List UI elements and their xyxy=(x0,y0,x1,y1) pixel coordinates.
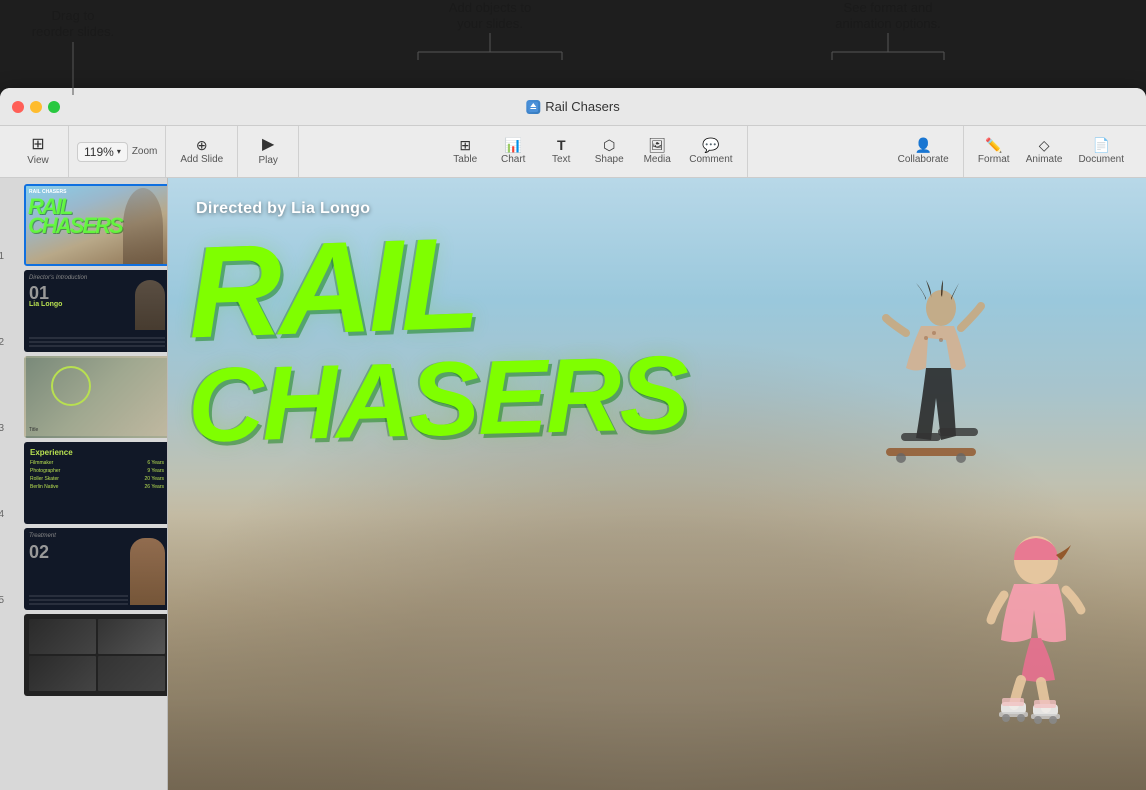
collaborate-label: Collaborate xyxy=(898,154,949,165)
chart-icon: 📊 xyxy=(505,138,522,152)
skater-bg-person xyxy=(866,278,996,478)
zoom-group: 119% ▾ Zoom xyxy=(69,126,166,177)
play-group: ▶ Play xyxy=(238,126,299,177)
svg-text:animation options.: animation options. xyxy=(835,16,941,31)
titlebar: Rail Chasers xyxy=(0,88,1146,126)
shape-label: Shape xyxy=(595,154,624,165)
svg-text:your slides.: your slides. xyxy=(457,16,523,31)
table-icon: ⊞ xyxy=(459,138,471,152)
svg-text:Add objects to: Add objects to xyxy=(449,0,531,15)
main-canvas[interactable]: RAIL CHASERS Directed by Lia Longo xyxy=(168,178,1146,790)
media-button[interactable]: 🖼 Media xyxy=(635,134,679,169)
slide-num-3: 3 xyxy=(0,423,4,434)
zoom-label: Zoom xyxy=(132,146,158,157)
animate-icon: ◇ xyxy=(1039,138,1050,152)
slide-num-5: 5 xyxy=(0,595,4,606)
slide-num-4: 4 xyxy=(0,509,4,520)
play-label: Play xyxy=(258,155,277,166)
shape-button[interactable]: ⬡ Shape xyxy=(587,134,631,169)
content-area: 1 RAIL CHASERS RAILCHASERS 2 Director's … xyxy=(0,178,1146,790)
slide-thumb-1[interactable]: 1 RAIL CHASERS RAILCHASERS xyxy=(6,184,161,266)
insert-group: ⊞ Table 📊 Chart T Text ⬡ Shape 🖼 Media 💬 xyxy=(435,126,747,177)
right-tools-group: ✏️ Format ◇ Animate 📄 Document xyxy=(964,126,1138,177)
slide-thumb-5[interactable]: 5 Treatment 02 xyxy=(6,528,161,610)
slide-thumb-3[interactable]: 3 Title xyxy=(6,356,161,438)
collaborate-icon: 👤 xyxy=(914,138,931,152)
keynote-window: Rail Chasers ⊞ View 119% ▾ Zoom ⊕ Add Sl… xyxy=(0,88,1146,790)
slide-subtitle: Directed by Lia Longo xyxy=(196,200,370,218)
keynote-icon xyxy=(526,100,540,114)
play-icon: ▶ xyxy=(262,137,274,153)
comment-button[interactable]: 💬 Comment xyxy=(683,134,738,169)
add-slide-label: Add Slide xyxy=(180,154,223,165)
media-label: Media xyxy=(644,154,671,165)
skater-fg-person xyxy=(966,530,1106,730)
view-group: ⊞ View xyxy=(8,126,69,177)
slide-panel[interactable]: 1 RAIL CHASERS RAILCHASERS 2 Director's … xyxy=(0,178,168,790)
table-button[interactable]: ⊞ Table xyxy=(443,134,487,169)
shape-icon: ⬡ xyxy=(603,138,615,152)
traffic-lights xyxy=(0,101,60,113)
collaborate-button[interactable]: 👤 Collaborate xyxy=(892,134,955,169)
format-label: Format xyxy=(978,154,1010,165)
svg-text:See format and: See format and xyxy=(844,0,933,15)
text-button[interactable]: T Text xyxy=(539,134,583,169)
slide-canvas: RAIL CHASERS Directed by Lia Longo xyxy=(168,178,1146,790)
zoom-chevron: ▾ xyxy=(117,147,121,156)
add-slide-icon: ⊕ xyxy=(196,138,208,152)
table-label: Table xyxy=(453,154,477,165)
graffiti-line1: RAIL xyxy=(186,217,847,346)
text-icon: T xyxy=(557,138,566,152)
document-icon: 📄 xyxy=(1093,138,1110,152)
text-label: Text xyxy=(552,154,570,165)
graffiti-title: RAIL CHASERS xyxy=(188,228,846,441)
slide-thumb-4[interactable]: 4 Experience Filmmaker 6 Years Photograp… xyxy=(6,442,161,524)
view-button[interactable]: ⊞ View xyxy=(16,133,60,170)
collaborate-group: 👤 Collaborate xyxy=(884,126,964,177)
graffiti-line2: CHASERS xyxy=(187,346,847,449)
slide-thumb-6[interactable] xyxy=(6,614,161,696)
format-icon: ✏️ xyxy=(985,138,1002,152)
window-title-area: Rail Chasers xyxy=(526,99,619,114)
svg-text:Drag to: Drag to xyxy=(52,8,95,23)
add-slide-group: ⊕ Add Slide xyxy=(166,126,238,177)
animate-label: Animate xyxy=(1026,154,1063,165)
play-button[interactable]: ▶ Play xyxy=(246,133,290,170)
maximize-button[interactable] xyxy=(48,101,60,113)
chart-button[interactable]: 📊 Chart xyxy=(491,134,535,169)
slide-thumb-2[interactable]: 2 Director's Introduction 01 Lia Longo xyxy=(6,270,161,352)
close-button[interactable] xyxy=(12,101,24,113)
slide-num-2: 2 xyxy=(0,337,4,348)
view-label: View xyxy=(27,155,49,166)
minimize-button[interactable] xyxy=(30,101,42,113)
toolbar: ⊞ View 119% ▾ Zoom ⊕ Add Slide ▶ Play xyxy=(0,126,1146,178)
chart-label: Chart xyxy=(501,154,525,165)
add-slide-button[interactable]: ⊕ Add Slide xyxy=(174,134,229,169)
document-label: Document xyxy=(1078,154,1124,165)
comment-icon: 💬 xyxy=(702,138,719,152)
format-button[interactable]: ✏️ Format xyxy=(972,134,1016,169)
zoom-percent: 119% xyxy=(84,145,114,159)
svg-text:reorder slides.: reorder slides. xyxy=(32,24,114,39)
view-icon: ⊞ xyxy=(31,137,44,153)
animate-button[interactable]: ◇ Animate xyxy=(1020,134,1069,169)
comment-label: Comment xyxy=(689,154,732,165)
document-button[interactable]: 📄 Document xyxy=(1072,134,1130,169)
window-title: Rail Chasers xyxy=(545,99,619,114)
media-icon: 🖼 xyxy=(648,138,666,152)
zoom-value[interactable]: 119% ▾ xyxy=(77,142,128,162)
slide-num-1: 1 xyxy=(0,251,4,262)
